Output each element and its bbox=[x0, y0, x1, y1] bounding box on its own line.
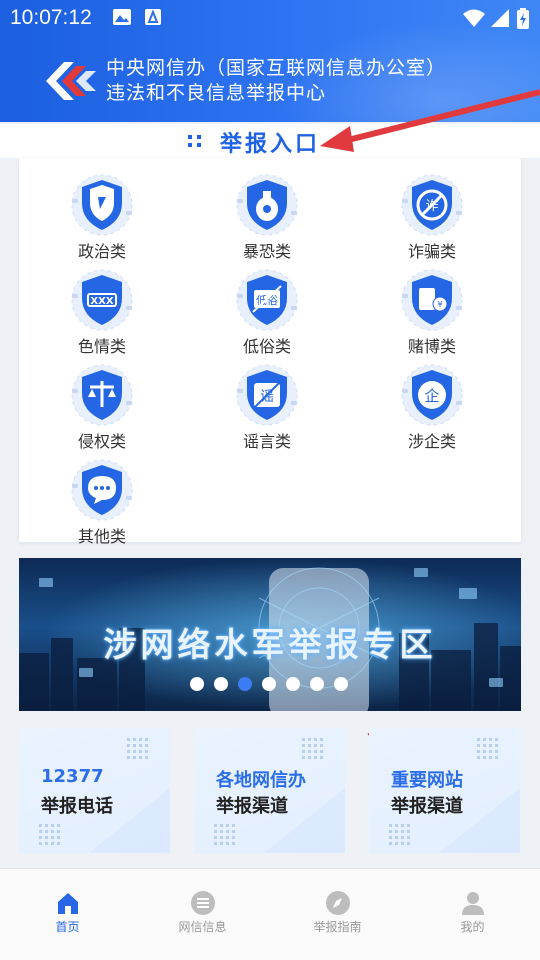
rumor-icon: 谣 bbox=[235, 363, 299, 427]
category-label: 政治类 bbox=[77, 242, 126, 261]
cac-logo-icon bbox=[46, 62, 96, 100]
report-channel-card[interactable]: 各地网信办 举报渠道 bbox=[194, 728, 345, 853]
banner-title: 涉网络水军举报专区 bbox=[103, 625, 437, 664]
channel-title: 12377 bbox=[41, 766, 104, 787]
nav-label: 首页 bbox=[55, 920, 80, 934]
header-title-line1: 中央网信办（国家互联网信息办公室） bbox=[106, 57, 447, 79]
carousel-dot[interactable] bbox=[238, 677, 252, 691]
category-item[interactable]: XXX 色情类 bbox=[42, 260, 162, 356]
carousel-dot[interactable] bbox=[214, 677, 228, 691]
app-notification-icon bbox=[145, 9, 161, 25]
carousel-dot[interactable] bbox=[334, 677, 348, 691]
category-item[interactable]: 低俗 低俗类 bbox=[207, 260, 327, 356]
battery-icon bbox=[517, 8, 529, 29]
category-item[interactable]: 侵权类 bbox=[42, 355, 162, 451]
svg-text:XXX: XXX bbox=[90, 296, 113, 307]
category-label: 涉企类 bbox=[407, 432, 456, 451]
image-notification-icon bbox=[113, 9, 131, 25]
nav-item[interactable]: 首页 bbox=[0, 868, 135, 960]
category-label: 色情类 bbox=[77, 337, 126, 356]
category-item[interactable]: 企涉企类 bbox=[372, 355, 492, 451]
carousel-dot[interactable] bbox=[310, 677, 324, 691]
wifi-icon bbox=[463, 9, 485, 27]
carousel-dot[interactable] bbox=[286, 677, 300, 691]
category-item[interactable]: 暴恐类 bbox=[207, 165, 327, 261]
category-label: 侵权类 bbox=[77, 432, 126, 451]
home-icon bbox=[55, 890, 81, 916]
user-icon bbox=[460, 890, 486, 916]
status-bar: 10:07:12 bbox=[0, 0, 540, 38]
signal-icon bbox=[491, 9, 509, 27]
nav-item[interactable]: 网信信息 bbox=[135, 868, 270, 960]
vulgar-icon: 低俗 bbox=[235, 268, 299, 332]
category-item[interactable]: 诈诈骗类 bbox=[372, 165, 492, 261]
section-title: 举报入口 bbox=[220, 132, 321, 157]
category-item[interactable]: ¥ 赌博类 bbox=[372, 260, 492, 356]
dots-decor-icon bbox=[188, 135, 201, 147]
shield-flag-icon bbox=[70, 173, 134, 237]
svg-text:诈: 诈 bbox=[425, 199, 438, 214]
scales-icon bbox=[70, 363, 134, 427]
category-label: 诈骗类 bbox=[407, 242, 456, 261]
channel-title: 各地网信办 bbox=[216, 770, 306, 791]
nav-label: 我的 bbox=[460, 920, 485, 934]
category-label: 低俗类 bbox=[242, 337, 291, 356]
nav-label: 举报指南 bbox=[313, 920, 362, 934]
chat-bubble-icon bbox=[70, 458, 134, 522]
channel-subtitle: 举报电话 bbox=[41, 796, 113, 817]
category-label: 赌博类 bbox=[407, 337, 456, 356]
xxx-icon: XXX bbox=[70, 268, 134, 332]
list-icon bbox=[190, 890, 216, 916]
svg-text:¥: ¥ bbox=[437, 300, 442, 309]
svg-text:企: 企 bbox=[424, 387, 439, 405]
fraud-icon: 诈 bbox=[400, 173, 464, 237]
compass-icon bbox=[325, 890, 351, 916]
card-decor-icon bbox=[39, 738, 170, 853]
channel-subtitle: 举报渠道 bbox=[216, 796, 288, 817]
category-label: 暴恐类 bbox=[242, 242, 291, 261]
category-label: 其他类 bbox=[77, 527, 126, 546]
channel-subtitle: 举报渠道 bbox=[391, 796, 463, 817]
report-channel-card[interactable]: 重要网站 举报渠道 bbox=[369, 728, 520, 853]
enterprise-icon: 企 bbox=[400, 363, 464, 427]
annotation-arrow-icon bbox=[320, 89, 540, 152]
category-item[interactable]: 谣谣言类 bbox=[207, 355, 327, 451]
grenade-icon bbox=[235, 173, 299, 237]
gambling-icon: ¥ bbox=[400, 268, 464, 332]
category-item[interactable]: 政治类 bbox=[42, 165, 162, 261]
carousel-dot[interactable] bbox=[190, 677, 204, 691]
carousel-dot[interactable] bbox=[262, 677, 276, 691]
nav-label: 网信信息 bbox=[178, 920, 227, 934]
report-channel-card[interactable]: 12377 举报电话 bbox=[19, 728, 170, 853]
channel-title: 重要网站 bbox=[391, 770, 463, 791]
nav-item[interactable]: 举报指南 bbox=[270, 868, 405, 960]
nav-item[interactable]: 我的 bbox=[405, 868, 540, 960]
category-label: 谣言类 bbox=[242, 432, 291, 451]
status-time: 10:07:12 bbox=[10, 6, 92, 29]
category-item[interactable]: 其他类 bbox=[42, 450, 162, 546]
